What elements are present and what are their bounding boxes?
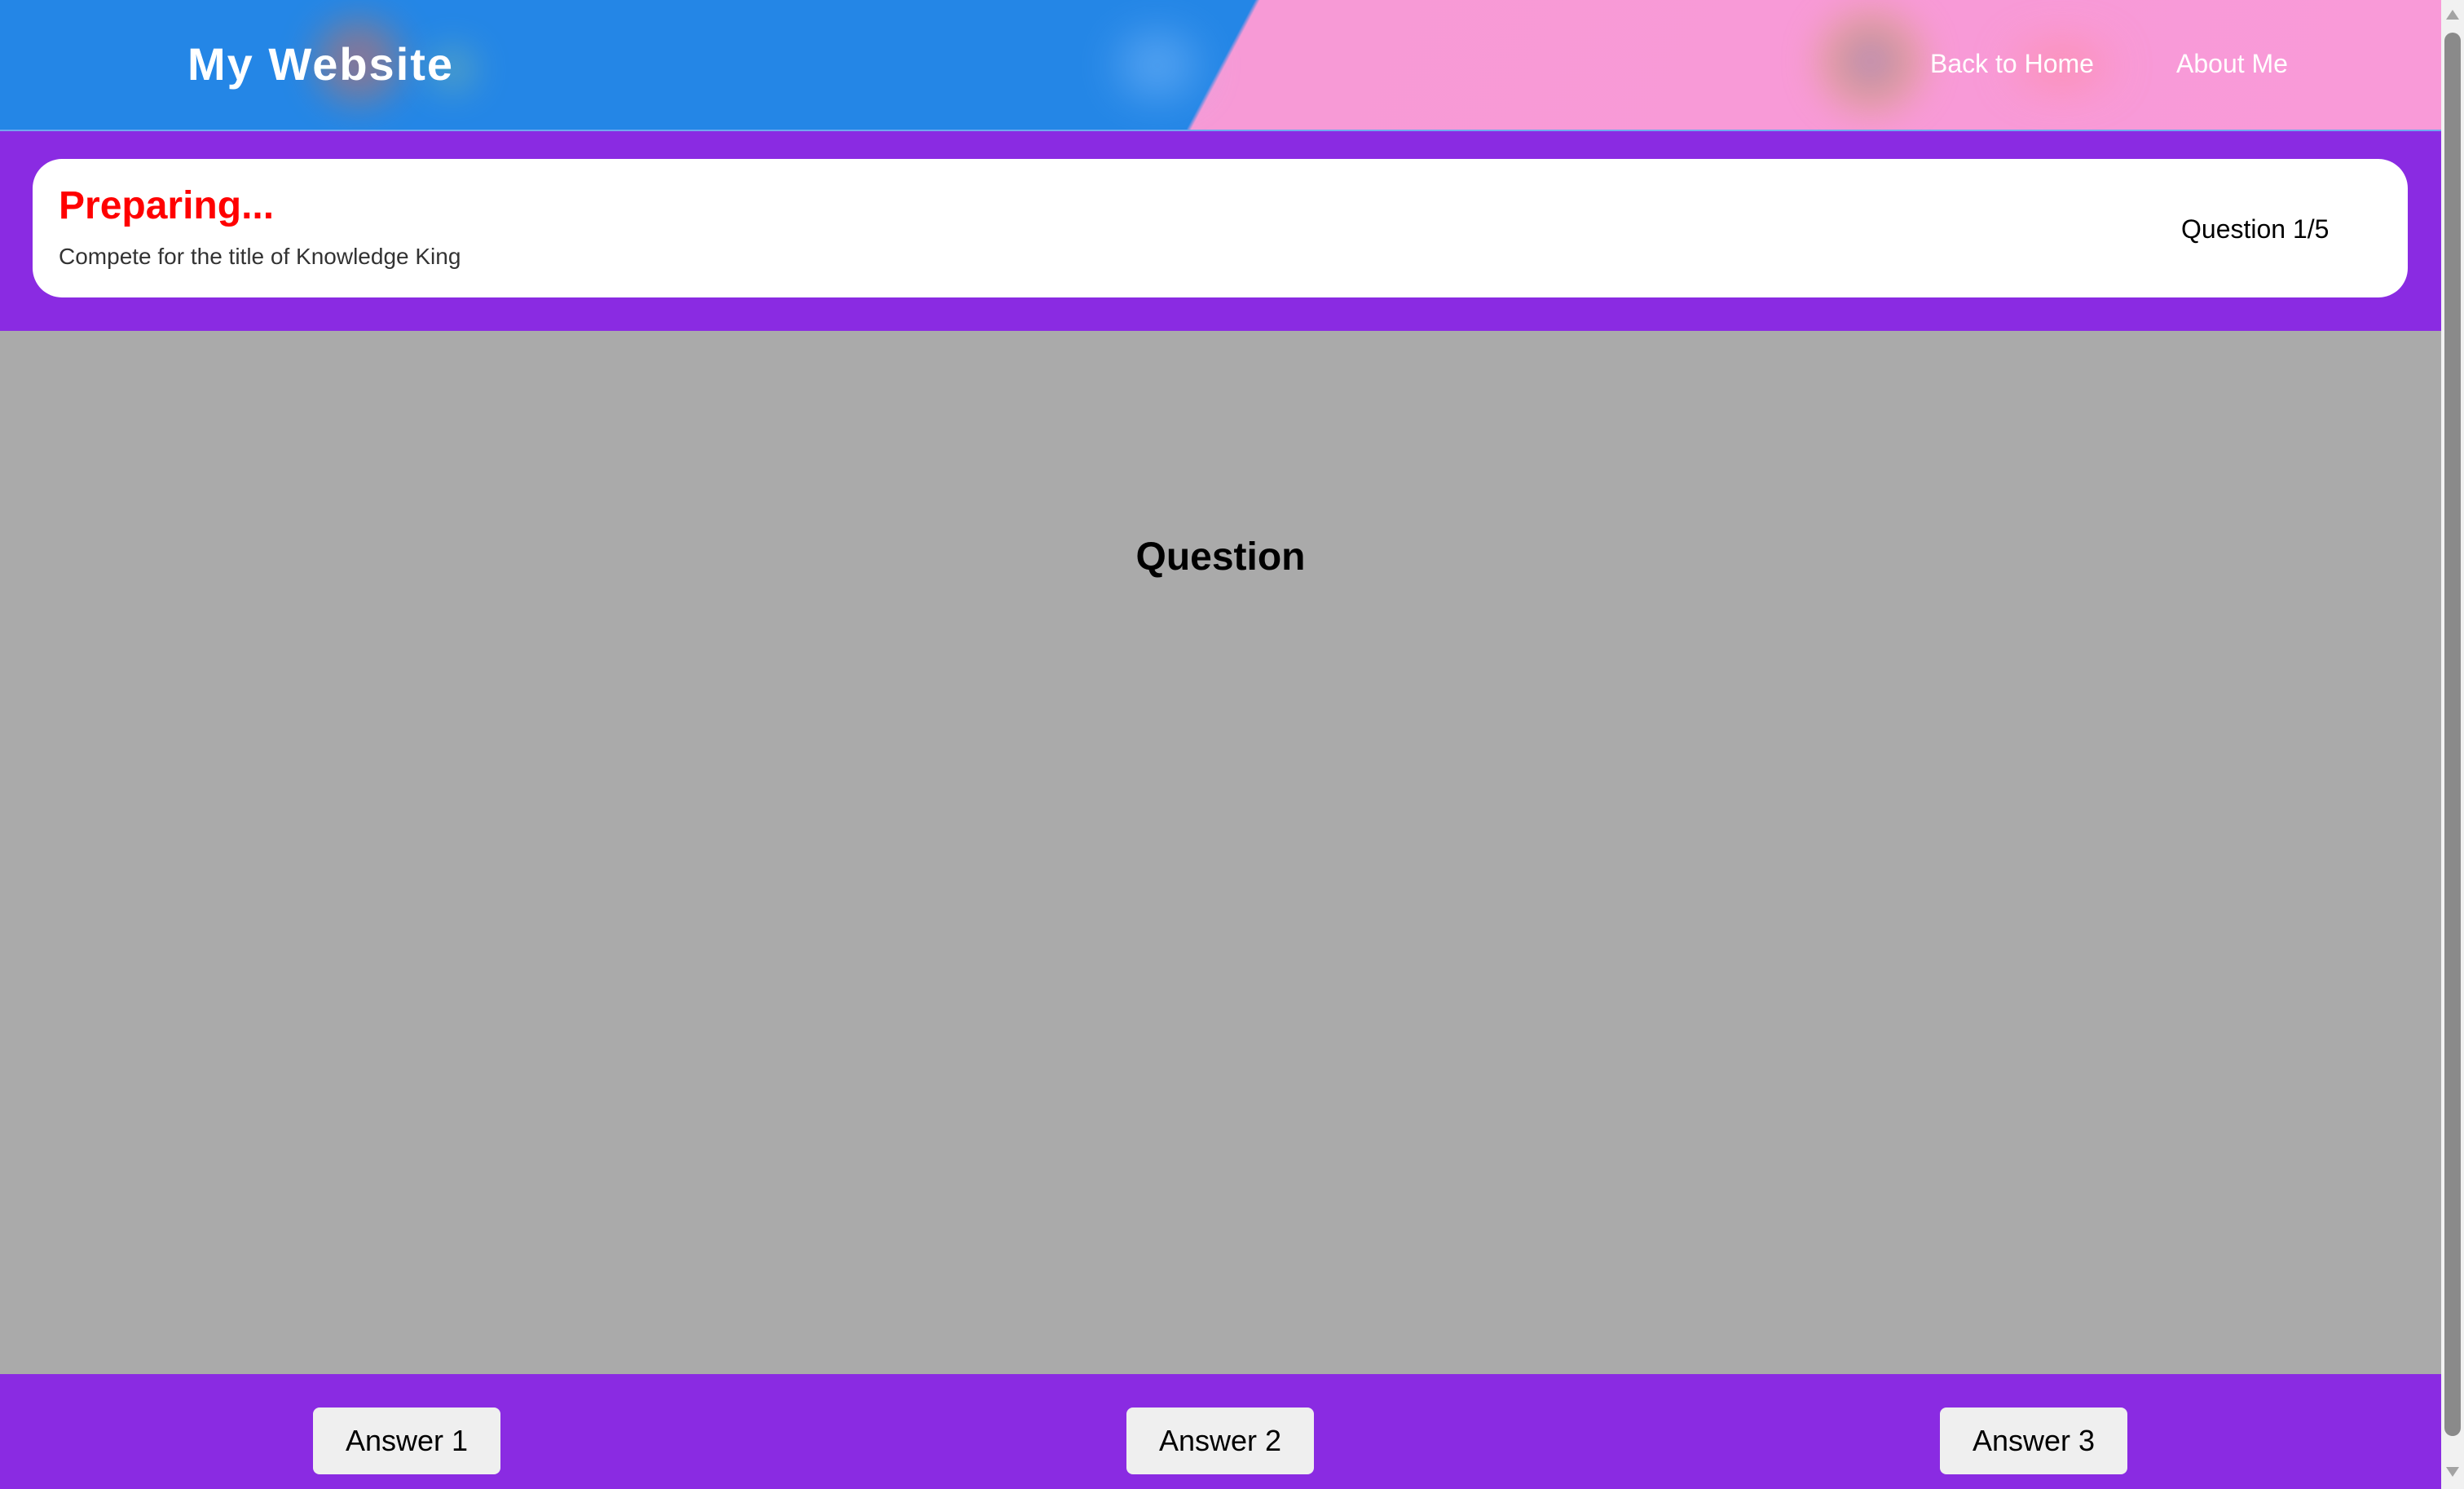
nav-link-about-me[interactable]: About Me [2176,46,2288,81]
status-card: Preparing... Compete for the title of Kn… [33,159,2408,297]
question-text: Question [1135,535,1306,579]
question-area: Question [0,331,2441,1374]
status-band: Preparing... Compete for the title of Kn… [0,131,2441,331]
scroll-up-arrow-icon[interactable] [2446,10,2459,20]
scrollbar-thumb[interactable] [2444,33,2461,1436]
nav-link-back-to-home[interactable]: Back to Home [1930,46,2094,81]
question-counter: Question 1/5 [2181,214,2330,244]
page: My Website Back to Home About Me Prepari… [0,0,2441,1489]
header-decoration [1809,8,1932,114]
header-decoration [1084,24,1231,106]
site-title: My Website [187,38,455,90]
answer-2-button[interactable]: Answer 2 [1126,1408,1314,1474]
site-header: My Website Back to Home About Me [0,0,2441,131]
answer-3-button[interactable]: Answer 3 [1940,1408,2127,1474]
vertical-scrollbar[interactable] [2441,0,2464,1489]
answer-1-button[interactable]: Answer 1 [313,1408,500,1474]
status-title: Preparing... [59,184,275,227]
status-subtitle: Compete for the title of Knowledge King [59,244,461,269]
answers-bar: Answer 1 Answer 2 Answer 3 [0,1374,2441,1489]
scroll-down-arrow-icon[interactable] [2446,1467,2459,1477]
